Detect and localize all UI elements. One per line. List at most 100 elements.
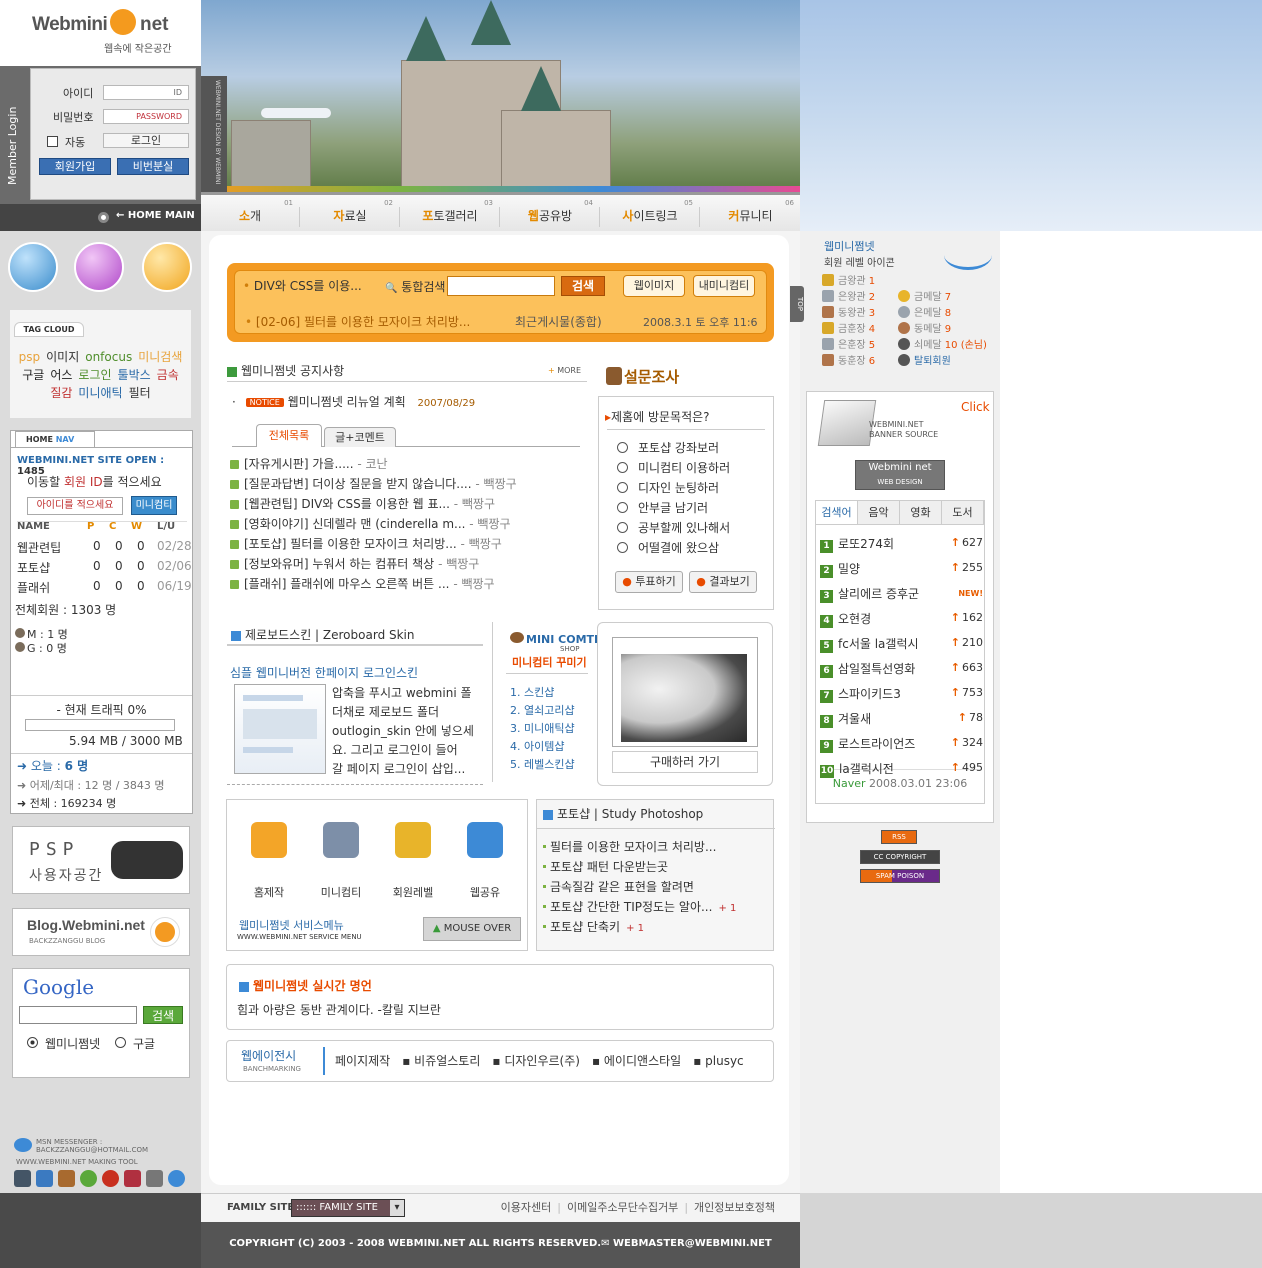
radio-google[interactable] — [115, 1037, 126, 1048]
psp-banner[interactable]: PSP 사용자공간 — [12, 826, 190, 894]
service-icon[interactable] — [467, 822, 503, 858]
browser-icon[interactable] — [142, 242, 192, 292]
tab-comments[interactable]: 글+코멘트 — [324, 427, 396, 447]
tag-link[interactable]: 미니검색 — [138, 350, 182, 364]
mini-shop-item[interactable]: 5. 레벨스킨샵 — [510, 756, 575, 772]
id-input[interactable]: ID — [103, 85, 189, 100]
list-item[interactable]: [영화이야기] 신데렐라 맨 (cinderella m... - 빽짱구 — [230, 515, 511, 532]
go-comty-button[interactable]: 미니컴티 — [131, 496, 177, 515]
poll-option[interactable]: 어떨결에 왔으삼 — [617, 539, 719, 556]
footer-link[interactable]: 이메일주소무단수집거부 — [567, 1201, 678, 1214]
rank-item[interactable]: 4 오현경 ↑ 162 — [820, 610, 985, 630]
logo[interactable]: Webmini net 웹속에 작은공간 — [0, 0, 201, 66]
list-item[interactable]: [정보와유머] 누워서 하는 컴퓨터 책상 - 빽짱구 — [230, 555, 479, 572]
tag-link[interactable]: 미니애틱 — [78, 386, 122, 400]
blog-banner[interactable]: Blog.Webmini.net BACKZZANGGU BLOG — [12, 908, 190, 956]
table-row[interactable]: 플래쉬 0 0 0 06/19 — [17, 579, 192, 597]
gift-icon[interactable] — [8, 242, 58, 292]
rank-item[interactable]: 5 fc서울 la갤럭시 ↑ 210 — [820, 635, 985, 655]
tool-icon[interactable] — [102, 1170, 119, 1187]
service-label[interactable]: 웹공유 — [451, 884, 519, 900]
poll-option[interactable]: 디자인 눈팅하러 — [617, 479, 719, 496]
tab-all[interactable]: 전체목록 — [256, 424, 322, 447]
footer-link[interactable]: 개인정보보호정책 — [694, 1201, 775, 1214]
poll-option[interactable]: 미니컴티 이용하러 — [617, 459, 730, 476]
rank-item[interactable]: 2 밀양 ↑ 255 — [820, 560, 985, 580]
latest-post[interactable]: • [02-06] 필터를 이용한 모자이크 처리방... — [245, 313, 470, 330]
product-frame[interactable] — [612, 637, 758, 747]
tag-link[interactable]: 로그인 — [78, 368, 111, 382]
zb-post-title[interactable]: 심플 웹미니버전 한페이지 로그인스킨 — [230, 664, 418, 681]
tool-icon[interactable] — [36, 1170, 53, 1187]
nav-item-community[interactable]: 커뮤니티 06 — [701, 199, 800, 227]
agency-link[interactable]: ▪ 비쥬얼스토리 — [402, 1054, 480, 1068]
rank-item[interactable]: 1 로또274회 ↑ 627 — [820, 535, 985, 555]
mini-shop-item[interactable]: 2. 열쇠고리샵 — [510, 702, 575, 718]
table-row[interactable]: 포토샵 0 0 0 02/06 — [17, 559, 192, 577]
spam-badge[interactable]: SPAM POISON — [860, 869, 940, 883]
google-search-button[interactable]: 검색 — [143, 1006, 183, 1024]
list-item[interactable]: 포토샵 패턴 다운받는곳 — [543, 858, 668, 875]
mini-shop-item[interactable]: 4. 아이템샵 — [510, 738, 564, 754]
list-item[interactable]: [자유게시판] 가을..... - 코난 — [230, 455, 388, 472]
mini-shop-item[interactable]: 1. 스킨샵 — [510, 684, 554, 700]
rank-tab[interactable]: 음악 — [858, 501, 900, 525]
top-button[interactable]: TOP — [790, 286, 804, 322]
home-main-link[interactable]: ← HOME MAIN — [116, 210, 195, 221]
search-button[interactable]: 검색 — [561, 276, 605, 296]
rank-tab[interactable]: 검색어 — [816, 501, 858, 525]
join-button[interactable]: 회원가입 — [39, 158, 111, 175]
more-link[interactable]: + MORE — [548, 366, 581, 375]
nav-item-archive[interactable]: 자료실 02 — [301, 199, 400, 227]
list-item[interactable]: [질문과답변] 더이상 질문을 받지 않습니다.... - 빽짱구 — [230, 475, 517, 492]
agency-link[interactable]: ▪ 에이디앤스타일 — [592, 1054, 681, 1068]
tag-link[interactable]: 이미지 — [46, 350, 79, 364]
pw-input[interactable]: PASSWORD — [103, 109, 189, 124]
poll-option[interactable]: 공부할께 있나해서 — [617, 519, 730, 536]
rank-tab[interactable]: 도서 — [942, 501, 984, 525]
agency-link[interactable]: ▪ plusyc — [693, 1054, 743, 1068]
lost-password-button[interactable]: 비번분실 — [117, 158, 189, 175]
rank-tab[interactable]: 영화 — [900, 501, 942, 525]
vote-button[interactable]: ● 투표하기 — [615, 571, 683, 593]
list-item[interactable]: 금속질감 같은 표현을 할려면 — [543, 878, 694, 895]
service-label[interactable]: 미니컴티 — [307, 884, 375, 900]
footer-link[interactable]: 이용자센터 — [501, 1201, 552, 1214]
rank-item[interactable]: 9 로스트라이언즈 ↑ 324 — [820, 735, 985, 755]
tag-link[interactable]: onfocus — [85, 350, 132, 364]
member-id-input[interactable]: 아이디를 적으세요 — [27, 497, 123, 515]
service-icon[interactable] — [395, 822, 431, 858]
auto-login-checkbox[interactable] — [47, 136, 58, 147]
buy-button[interactable]: 구매하러 가기 — [612, 751, 758, 773]
list-item[interactable]: [웹관련팁] DIV와 CSS를 이용한 웹 표... - 빽짱구 — [230, 495, 495, 512]
tool-icon[interactable] — [80, 1170, 97, 1187]
nav-item-webshare[interactable]: 웹공유방 04 — [501, 199, 600, 227]
agency-link[interactable]: ▪ 디자인우르(주) — [492, 1054, 580, 1068]
list-item[interactable]: 포토샵 단축키 + 1 — [543, 918, 644, 935]
radio-webmini[interactable] — [27, 1037, 38, 1048]
tag-link[interactable]: 필터 — [129, 386, 151, 400]
list-item[interactable]: 필터를 이용한 모자이크 처리방... — [543, 838, 716, 855]
nav-item-gallery[interactable]: 포토갤러리 03 — [401, 199, 500, 227]
list-item[interactable]: 포토샵 간단한 TIP정도는 알아... + 1 — [543, 898, 736, 915]
poll-option[interactable]: 포토샵 강좌보러 — [617, 439, 719, 456]
nav-item-sitelink[interactable]: 사이트링크 05 — [601, 199, 700, 227]
tag-link[interactable]: 구글 — [22, 368, 44, 382]
table-row[interactable]: 웹관련팁 0 0 0 02/28 — [17, 539, 192, 557]
nav-item-about[interactable]: 소개 01 — [201, 199, 300, 227]
rss-badge[interactable]: RSS — [881, 830, 917, 844]
tool-icon[interactable] — [124, 1170, 141, 1187]
service-icon[interactable] — [251, 822, 287, 858]
cc-badge[interactable]: CC COPYRIGHT — [860, 850, 940, 864]
tag-link[interactable]: 어스 — [50, 368, 72, 382]
tool-icon[interactable] — [168, 1170, 185, 1187]
rank-item[interactable]: 3 살리에르 증후군 NEW! — [820, 585, 985, 605]
list-item[interactable]: [포토샵] 필터를 이용한 모자이크 처리방... - 빽짱구 — [230, 535, 502, 552]
my-comty-button[interactable]: 내미니컴티 — [693, 275, 755, 297]
tool-icon[interactable] — [14, 1170, 31, 1187]
service-label[interactable]: 회원레벨 — [379, 884, 447, 900]
notice-item[interactable]: · NOTICE 웹미니쩜넷 리뉴얼 계획 2007/08/29 — [232, 393, 475, 410]
family-select[interactable]: :::::: FAMILY SITE ▾ — [291, 1199, 405, 1217]
home-nav-tab[interactable]: HOME NAV — [15, 431, 95, 447]
tag-link[interactable]: 금속 — [157, 368, 179, 382]
